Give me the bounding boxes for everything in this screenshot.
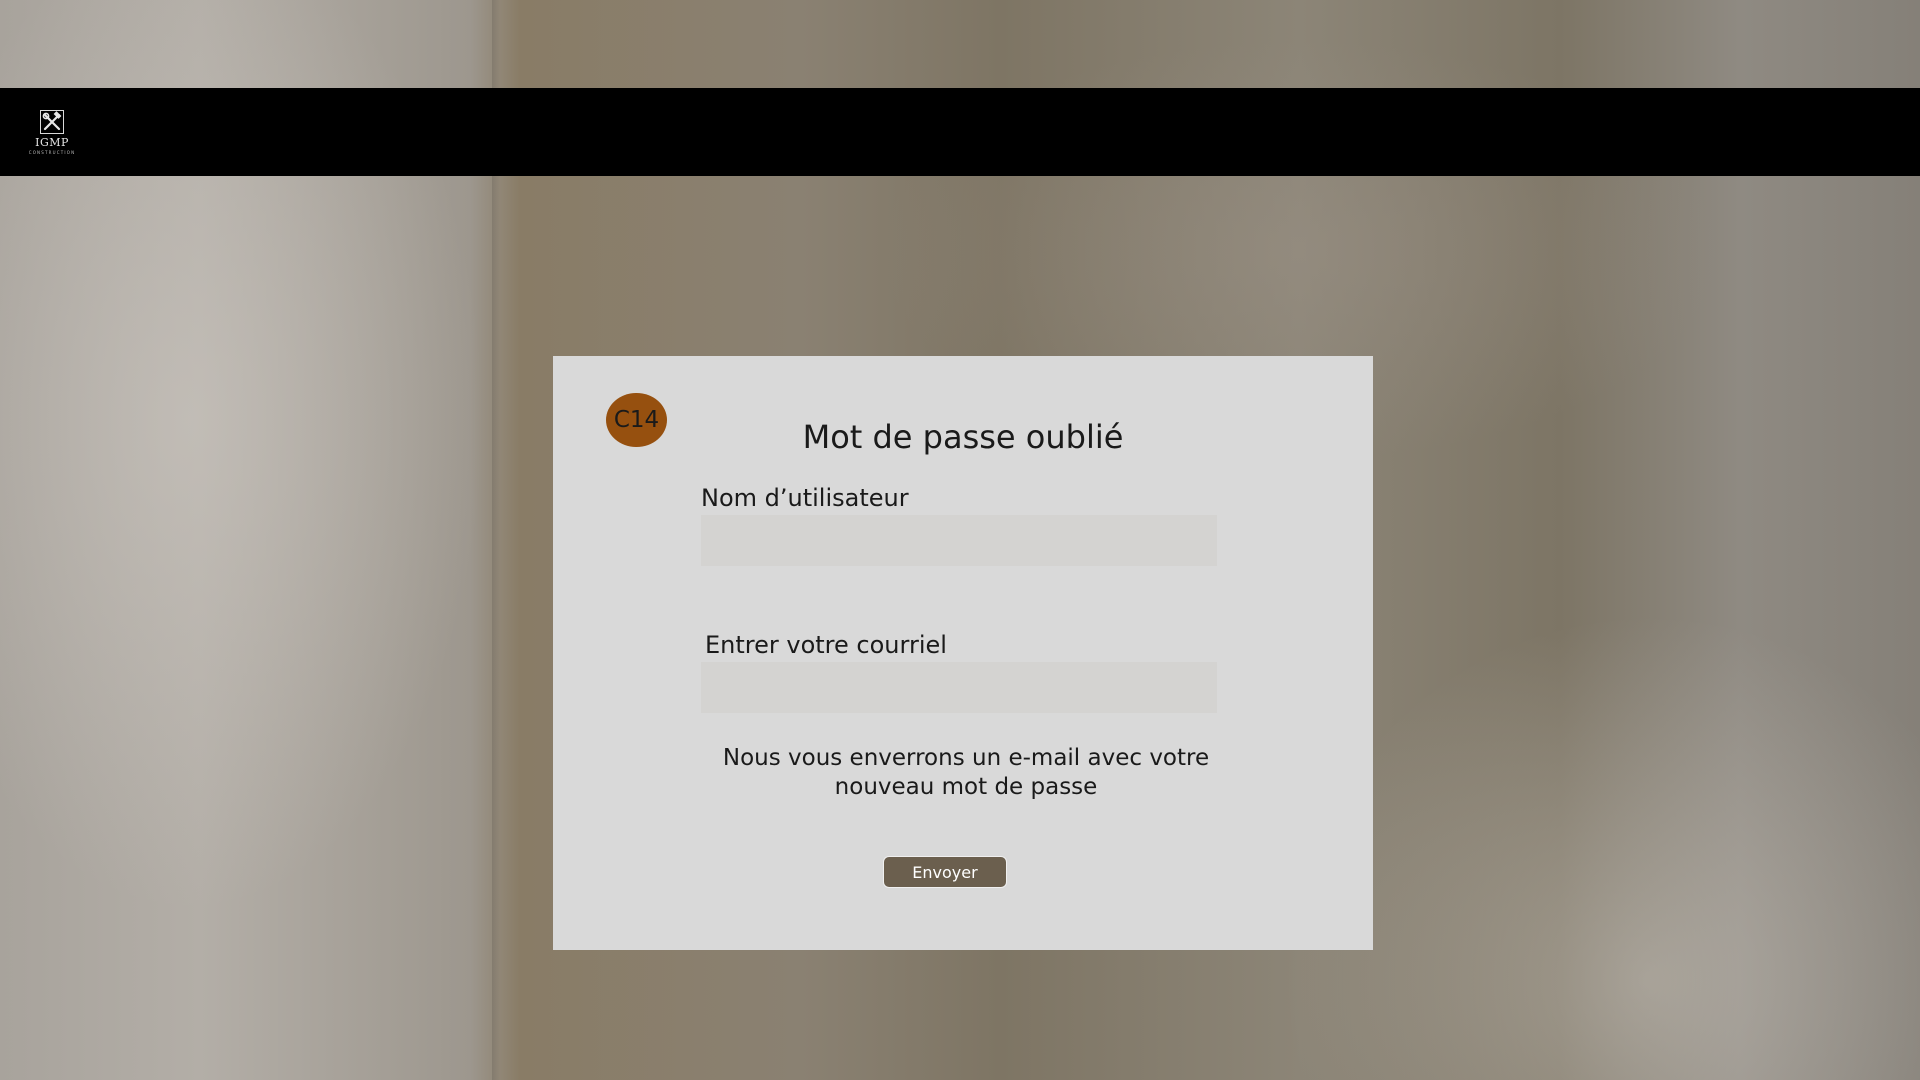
- forgot-password-card: C14 Mot de passe oublié Nom d’utilisateu…: [553, 356, 1373, 950]
- info-message-line-2: nouveau mot de passe: [834, 774, 1098, 800]
- info-message-line-1: Nous vous enverrons un e-mail avec votre: [722, 745, 1210, 771]
- username-label: Nom d’utilisateur: [701, 484, 909, 512]
- email-input[interactable]: [701, 662, 1217, 713]
- username-input[interactable]: [701, 515, 1217, 566]
- email-label: Entrer votre courriel: [705, 631, 947, 659]
- top-navigation-bar: IGMP CONSTRUCTION: [0, 88, 1920, 176]
- brand-name: IGMP: [35, 136, 69, 149]
- brand-subtitle: CONSTRUCTION: [28, 150, 76, 155]
- brand-logo[interactable]: IGMP CONSTRUCTION: [24, 110, 80, 155]
- page-title: Mot de passe oublié: [802, 418, 1124, 456]
- hammer-wrench-icon: [40, 110, 64, 134]
- submit-button[interactable]: Envoyer: [883, 856, 1007, 888]
- info-message: Nous vous enverrons un e-mail avec votre…: [721, 744, 1211, 802]
